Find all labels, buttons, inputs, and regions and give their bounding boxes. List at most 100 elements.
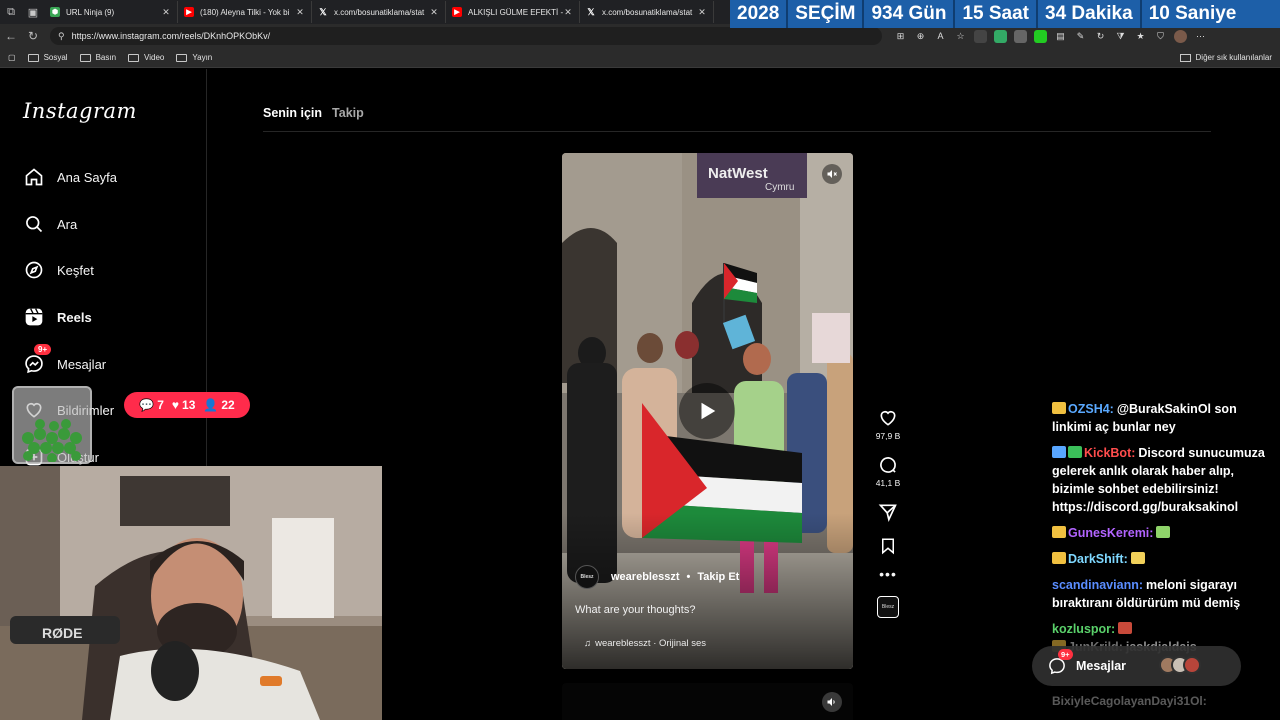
- more-options-icon[interactable]: •••: [879, 566, 897, 582]
- extension-icon[interactable]: [994, 29, 1007, 43]
- browser-tab[interactable]: ⬢ URL Ninja (9) ✕: [44, 1, 178, 23]
- nav-home[interactable]: Ana Sayfa: [23, 166, 117, 188]
- workspaces-icon[interactable]: ⧉: [0, 0, 22, 24]
- folder-icon: [176, 53, 188, 62]
- audio-label: weareblesszt · Orijinal ses: [595, 638, 706, 649]
- menu-dots-icon[interactable]: ⋯: [1194, 30, 1207, 43]
- reel-video[interactable]: NatWest Cymru Blesz weareblesszt • Takip…: [562, 153, 853, 669]
- reel-audio[interactable]: ♫ weareblesszt · Orijinal ses: [584, 638, 706, 649]
- bot-badge-icon: [1068, 446, 1082, 458]
- reel-caption: What are your thoughts?: [575, 604, 696, 616]
- other-bookmarks[interactable]: Diğer sık kullanılanlar: [1179, 53, 1272, 62]
- bookmark-folder[interactable]: Yayın: [176, 53, 212, 62]
- bookmark-label: Sosyal: [43, 53, 68, 62]
- share-action[interactable]: [878, 502, 898, 522]
- instagram-logo[interactable]: Instagram: [23, 99, 137, 123]
- mute-toggle-icon[interactable]: [822, 692, 842, 712]
- reel-author-row: Blesz weareblesszt • Takip Et: [575, 565, 739, 589]
- bookmark-folder[interactable]: Basın: [79, 53, 116, 62]
- tab-title: URL Ninja (9): [66, 7, 115, 17]
- browser-tab[interactable]: ▶ (180) Aleyna Tilki - Yok bi ✕: [178, 1, 312, 23]
- extension-icon[interactable]: [974, 29, 987, 43]
- extension-icon[interactable]: ▤: [1054, 30, 1067, 43]
- follow-button[interactable]: Takip Et: [697, 571, 739, 583]
- browser-tab[interactable]: ▶ ALKIŞLI GÜLME EFEKTİ - Yo ✕: [446, 1, 580, 23]
- separator-dot: •: [686, 571, 691, 583]
- refresh-icon[interactable]: ↻: [22, 29, 44, 43]
- audio-thumbnail[interactable]: Blesz: [877, 596, 899, 618]
- install-app-icon[interactable]: ⊞: [894, 30, 907, 43]
- extension-icon[interactable]: [1014, 29, 1027, 43]
- chat-username: KickBot:: [1084, 446, 1136, 460]
- viewer-count: 👤 22: [203, 398, 234, 412]
- ninja-favicon-icon: ⬢: [50, 7, 60, 17]
- x-favicon-icon: 𝕏: [319, 6, 327, 17]
- extension-icon[interactable]: [1034, 29, 1047, 43]
- back-icon[interactable]: ←: [0, 29, 22, 43]
- author-avatar[interactable]: Blesz: [575, 565, 599, 589]
- person-icon: 👤: [203, 398, 219, 412]
- emote-icon: [1130, 552, 1145, 564]
- browser-tab[interactable]: 𝕏 x.com/bosunatiklama/stat ✕: [580, 1, 714, 23]
- nav-search[interactable]: Ara: [23, 213, 77, 235]
- like-action[interactable]: 97,9 B: [876, 408, 900, 441]
- messages-floating-bar[interactable]: 9+ Mesajlar: [1032, 646, 1241, 686]
- profile-avatar-icon[interactable]: [1174, 29, 1187, 43]
- faded-chat-line: BixiyleCagolayanDayi31Ol:: [1052, 694, 1207, 708]
- next-reel-preview[interactable]: [562, 683, 853, 720]
- mute-toggle-icon[interactable]: [822, 164, 842, 184]
- close-tab-icon[interactable]: ✕: [563, 7, 573, 18]
- heart-icon: ♥: [171, 398, 180, 412]
- puzzle-icon[interactable]: ⧩: [1114, 30, 1127, 43]
- favorite-star-icon[interactable]: ☆: [954, 30, 967, 43]
- zoom-icon[interactable]: ⊕: [914, 30, 927, 43]
- comment-action[interactable]: 41,1 B: [876, 455, 900, 488]
- countdown-seconds: 10 Saniye: [1148, 3, 1237, 24]
- bookmarks-apps-icon[interactable]: ▢: [8, 53, 16, 62]
- shield-icon[interactable]: ⛉: [1154, 30, 1167, 43]
- close-tab-icon[interactable]: ✕: [429, 7, 439, 18]
- read-aloud-icon[interactable]: A: [934, 30, 947, 43]
- play-button[interactable]: [679, 383, 735, 439]
- chat-username: kozluspor:: [1052, 622, 1116, 636]
- url-field[interactable]: ⚲ https://www.instagram.com/reels/DKnhOP…: [50, 27, 882, 45]
- feed-divider: [263, 131, 1211, 132]
- messages-badge: 9+: [1058, 649, 1073, 660]
- chat-count-value: 7: [157, 398, 164, 412]
- badge-icon: [1052, 552, 1066, 564]
- stream-chat: OZSH4: @BurakSakinOl son linkimi aç bunla…: [1052, 400, 1274, 664]
- nav-explore[interactable]: Keşfet: [23, 259, 94, 281]
- countdown-hours: 15 Saat: [955, 0, 1038, 28]
- chat-bubble-icon: 💬: [139, 398, 155, 412]
- tab-actions-icon[interactable]: ▣: [22, 0, 44, 24]
- message-avatars: [1159, 656, 1201, 674]
- refresh-extension-icon[interactable]: ↻: [1094, 30, 1107, 43]
- extension-icon[interactable]: ✎: [1074, 30, 1087, 43]
- save-action[interactable]: [879, 536, 897, 556]
- tab-title: x.com/bosunatiklama/stat: [334, 7, 425, 17]
- nav-reels[interactable]: Reels: [23, 306, 92, 328]
- messenger-icon: 9+: [23, 344, 52, 375]
- home-icon: [23, 166, 45, 188]
- close-tab-icon[interactable]: ✕: [161, 7, 171, 18]
- nav-label: Ara: [57, 216, 78, 232]
- comment-icon: [880, 457, 896, 473]
- favorites-icon[interactable]: ★: [1134, 30, 1147, 43]
- close-tab-icon[interactable]: ✕: [295, 7, 305, 18]
- tab-following[interactable]: Takip: [332, 106, 364, 120]
- nav-label: Keşfet: [57, 262, 94, 278]
- viewer-count-value: 22: [221, 398, 235, 412]
- author-name[interactable]: weareblesszt: [611, 571, 679, 583]
- reel-actions: 97,9 B 41,1 B ••• Blesz: [866, 408, 910, 618]
- browser-tab[interactable]: 𝕏 x.com/bosunatiklama/stat ✕: [312, 1, 446, 23]
- tab-for-you[interactable]: Senin için: [263, 106, 322, 120]
- folder-icon: [128, 53, 140, 62]
- site-info-icon[interactable]: ⚲: [58, 31, 65, 42]
- folder-icon: [1179, 53, 1191, 62]
- bookmark-folder[interactable]: Video: [128, 53, 164, 62]
- close-tab-icon[interactable]: ✕: [697, 7, 707, 18]
- bookmark-folder[interactable]: Sosyal: [27, 53, 68, 62]
- nav-messages[interactable]: 9+ Mesajlar: [23, 344, 106, 375]
- svg-text:Cymru: Cymru: [765, 182, 794, 193]
- tab-title: (180) Aleyna Tilki - Yok bi: [200, 7, 290, 17]
